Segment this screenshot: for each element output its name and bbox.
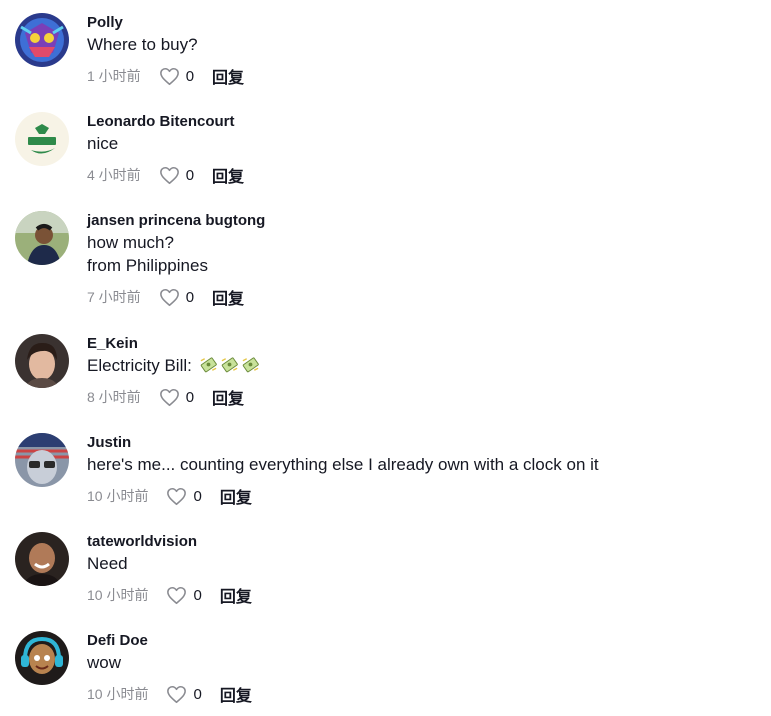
like-count: 0 <box>185 67 195 85</box>
comment-body: Justin here's me... counting everything … <box>87 433 755 508</box>
comment-text: Where to buy? <box>87 35 198 54</box>
comment-text: Electricity Bill: <box>87 354 755 377</box>
comment-meta: 8 小时前 0 回复 <box>87 385 755 409</box>
like-button[interactable]: 0 <box>166 685 202 704</box>
avatar[interactable] <box>15 13 69 67</box>
like-button[interactable]: 0 <box>166 487 202 506</box>
avatar[interactable] <box>15 334 69 388</box>
username[interactable]: E_Kein <box>87 334 755 354</box>
comment-meta: 7 小时前 0 回复 <box>87 285 755 309</box>
like-count: 0 <box>185 166 195 184</box>
avatar[interactable] <box>15 112 69 166</box>
like-count: 0 <box>193 685 202 703</box>
timestamp: 4 小时前 <box>87 167 141 183</box>
timestamp: 10 小时前 <box>87 686 149 702</box>
username[interactable]: Leonardo Bitencourt <box>87 112 755 132</box>
heart-icon <box>159 288 179 306</box>
heart-icon <box>167 586 187 604</box>
heart-icon <box>167 685 187 703</box>
comment-body: Polly Where to buy? 1 小时前 0 回复 <box>87 13 755 88</box>
money-with-wings-emoji <box>221 357 238 373</box>
timestamp: 8 小时前 <box>87 389 141 405</box>
like-button[interactable]: 0 <box>159 166 194 185</box>
comment-text: wow <box>87 653 122 672</box>
comment-body: jansen princena bugtong how much? from Ph… <box>87 211 755 309</box>
comment-meta: 4 小时前 0 回复 <box>87 163 755 187</box>
like-button[interactable]: 0 <box>159 388 194 407</box>
comment-body: tateworldvision Need 10 小时前 0 回复 <box>87 532 755 607</box>
reply-button[interactable]: 回复 <box>212 64 244 88</box>
comment-text: Need <box>87 554 128 573</box>
heart-icon <box>159 67 179 85</box>
like-count: 0 <box>193 487 202 505</box>
comment-text: nice <box>87 134 119 153</box>
comment-body: Leonardo Bitencourt nice 4 小时前 0 回复 <box>87 112 755 187</box>
like-button[interactable]: 0 <box>159 67 194 86</box>
username[interactable]: jansen princena bugtong <box>87 211 755 231</box>
timestamp: 10 小时前 <box>87 587 149 603</box>
username[interactable]: tateworldvision <box>87 532 755 552</box>
comment-meta: 1 小时前 0 回复 <box>87 64 755 88</box>
comment-meta: 10 小时前 0 回复 <box>87 583 755 607</box>
heart-icon <box>167 487 187 505</box>
reply-button[interactable]: 回复 <box>220 682 252 706</box>
avatar[interactable] <box>15 631 69 685</box>
like-button[interactable]: 0 <box>159 288 194 307</box>
reply-button[interactable]: 回复 <box>220 484 252 508</box>
comment-meta: 10 小时前 0 回复 <box>87 484 755 508</box>
reply-button[interactable]: 回复 <box>220 583 252 607</box>
like-button[interactable]: 0 <box>166 586 202 605</box>
timestamp: 1 小时前 <box>87 68 141 84</box>
timestamp: 10 小时前 <box>87 488 149 504</box>
username[interactable]: Justin <box>87 433 755 453</box>
heart-icon <box>159 166 179 184</box>
comment-text: how much? from Philippines <box>87 233 208 275</box>
reply-button[interactable]: 回复 <box>212 163 244 187</box>
money-with-wings-emoji <box>200 357 217 373</box>
comment-body: E_Kein Electricity Bill: 8 小时前 0 回复 <box>87 334 755 409</box>
avatar[interactable] <box>15 211 69 265</box>
comment-meta: 10 小时前 0 回复 <box>87 682 755 706</box>
username[interactable]: Polly <box>87 13 755 33</box>
reply-button[interactable]: 回复 <box>212 285 244 309</box>
avatar[interactable] <box>15 433 69 487</box>
comment-text: here's me... counting everything else I … <box>87 455 599 474</box>
like-count: 0 <box>193 586 202 604</box>
timestamp: 7 小时前 <box>87 289 141 305</box>
comment-body: Defi Doe wow 10 小时前 0 回复 <box>87 631 755 706</box>
like-count: 0 <box>185 388 195 406</box>
username[interactable]: Defi Doe <box>87 631 755 651</box>
like-count: 0 <box>185 288 195 306</box>
heart-icon <box>159 388 179 406</box>
avatar[interactable] <box>15 532 69 586</box>
reply-button[interactable]: 回复 <box>212 385 244 409</box>
money-with-wings-emoji <box>242 357 259 373</box>
